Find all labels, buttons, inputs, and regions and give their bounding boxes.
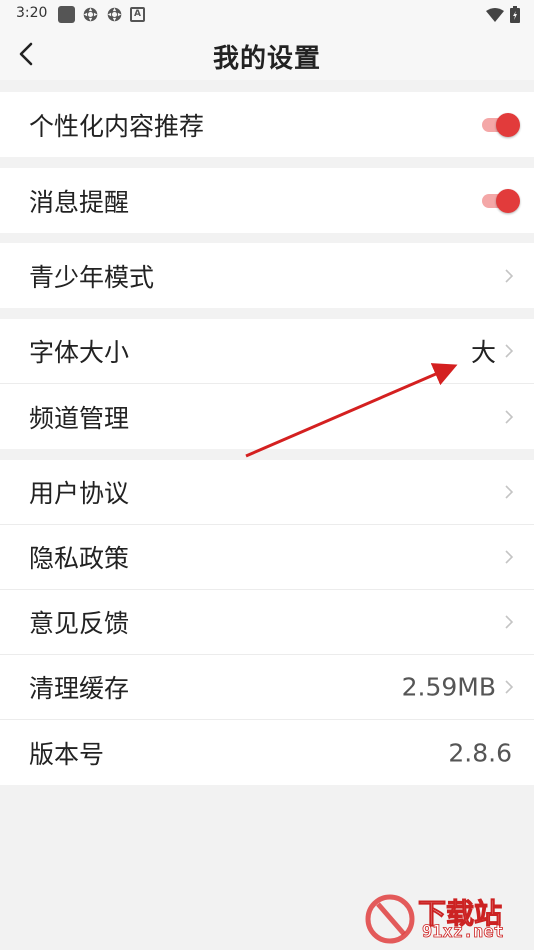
setting-channel-management[interactable]: 频道管理 xyxy=(0,384,534,449)
page-title: 我的设置 xyxy=(212,44,321,74)
font-size-value: 大 xyxy=(470,338,496,367)
setting-label: 字体大小 xyxy=(29,338,130,367)
toggle-knob xyxy=(496,188,520,213)
chevron-right-icon xyxy=(505,268,514,283)
setting-label: 频道管理 xyxy=(29,403,130,433)
setting-personalized-recommend[interactable]: 个性化内容推荐 xyxy=(0,92,534,157)
setting-version: 版本号 2.8.6 xyxy=(0,720,534,785)
settings-group-youth: 青少年模式 xyxy=(0,243,534,308)
setting-youth-mode[interactable]: 青少年模式 xyxy=(0,243,534,308)
battery-icon xyxy=(510,6,520,23)
status-time: 3:20 xyxy=(16,5,48,21)
setting-font-size[interactable]: 字体大小 大 xyxy=(0,319,534,384)
settings-group-about: 用户协议 隐私政策 意见反馈 清理缓存 2.59MB 版本号 2.8.6 xyxy=(0,460,534,785)
setting-privacy-policy[interactable]: 隐私政策 xyxy=(0,525,534,590)
chevron-right-icon xyxy=(505,409,514,424)
cache-size-value: 2.59MB xyxy=(401,672,496,702)
status-bar: 3:20 A xyxy=(0,0,534,28)
watermark-logo-icon xyxy=(365,894,415,944)
chevron-right-icon xyxy=(505,485,514,499)
setting-clear-cache[interactable]: 清理缓存 2.59MB xyxy=(0,655,534,720)
app-notification-icon xyxy=(58,6,75,23)
chevron-right-icon xyxy=(505,344,514,358)
watermark: 下载站 91xz.net xyxy=(364,894,524,944)
toggle-knob xyxy=(496,112,520,137)
notification-icons: A xyxy=(58,6,145,23)
personalized-recommend-toggle[interactable] xyxy=(480,111,520,139)
a-notification-icon: A xyxy=(130,7,145,22)
setting-user-agreement[interactable]: 用户协议 xyxy=(0,460,534,525)
settings-group-notify: 消息提醒 xyxy=(0,168,534,233)
setting-label: 个性化内容推荐 xyxy=(29,111,205,141)
message-reminder-toggle[interactable] xyxy=(480,187,520,215)
sync-icon xyxy=(83,7,98,22)
header: 我的设置 xyxy=(0,28,534,80)
chevron-right-icon xyxy=(505,680,514,694)
setting-label: 隐私政策 xyxy=(29,544,130,573)
setting-label: 清理缓存 xyxy=(29,674,130,703)
setting-label: 版本号 xyxy=(29,739,105,769)
setting-label: 意见反馈 xyxy=(29,609,130,638)
settings-group-display: 字体大小 大 频道管理 xyxy=(0,319,534,449)
setting-feedback[interactable]: 意见反馈 xyxy=(0,590,534,655)
setting-label: 青少年模式 xyxy=(29,262,155,292)
sync-icon xyxy=(107,7,122,22)
wifi-icon xyxy=(486,7,504,22)
system-icons xyxy=(486,6,520,23)
chevron-right-icon xyxy=(505,550,514,564)
chevron-right-icon xyxy=(505,615,514,629)
setting-message-reminder[interactable]: 消息提醒 xyxy=(0,168,534,233)
setting-label: 用户协议 xyxy=(29,479,130,508)
watermark-url: 91xz.net xyxy=(422,922,505,943)
version-value: 2.8.6 xyxy=(448,738,512,767)
settings-group-recommend: 个性化内容推荐 xyxy=(0,92,534,157)
setting-label: 消息提醒 xyxy=(29,187,130,217)
